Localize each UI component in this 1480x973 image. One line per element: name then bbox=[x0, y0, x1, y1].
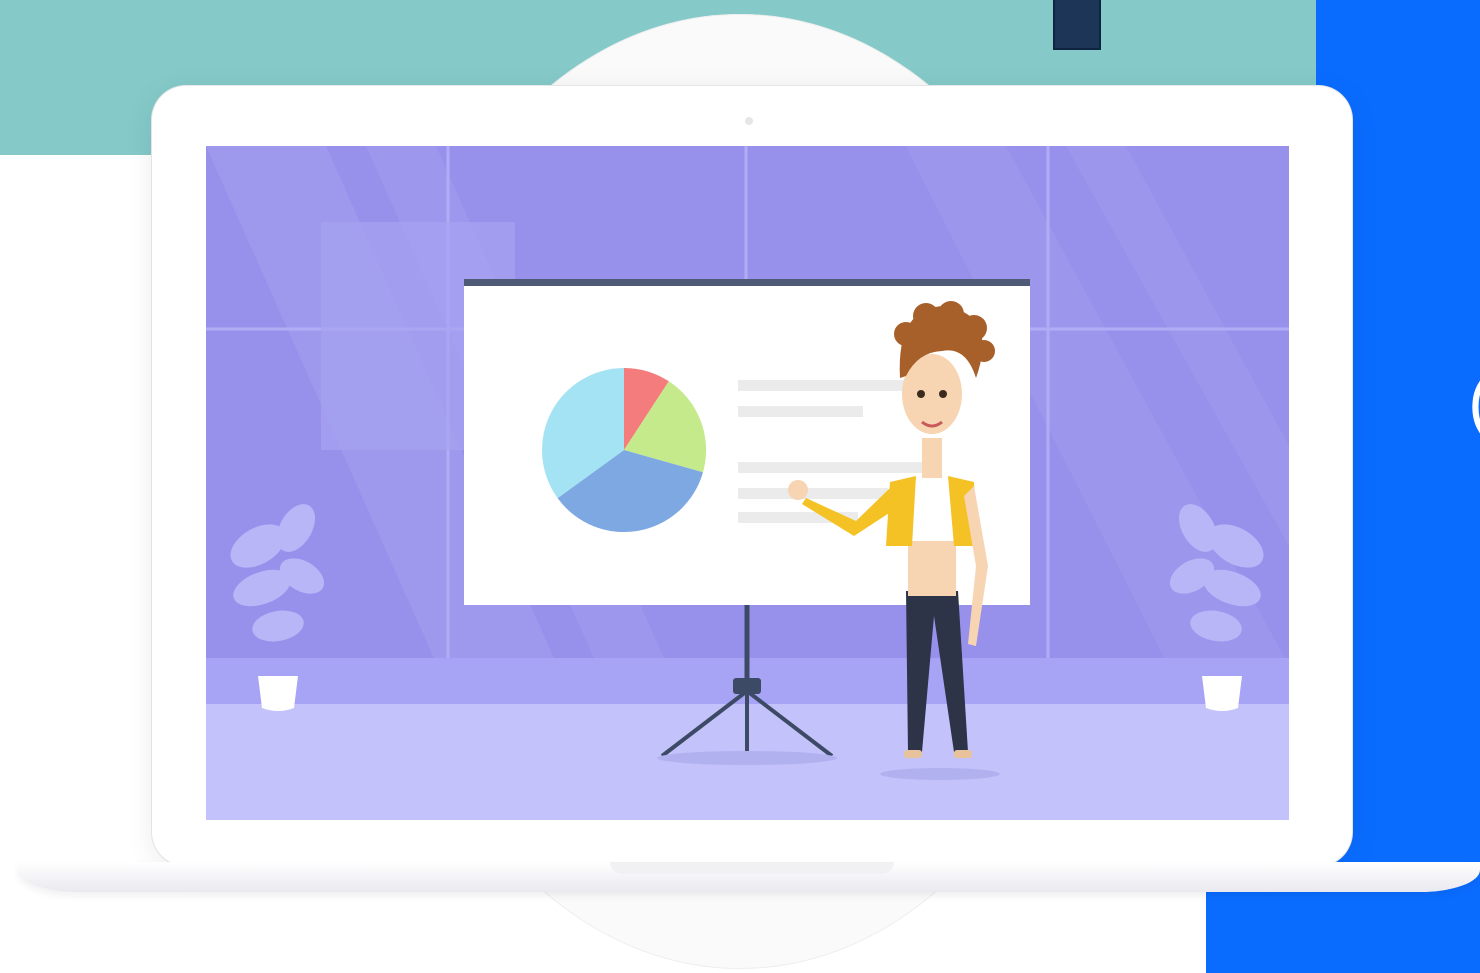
laptop-hinge-notch bbox=[610, 862, 894, 874]
cropped-side-text: ( bbox=[1468, 366, 1480, 436]
navy-accent-block bbox=[1053, 0, 1101, 50]
webcam-icon bbox=[745, 117, 753, 125]
pie-chart-icon bbox=[542, 368, 707, 533]
laptop-screen bbox=[206, 146, 1289, 820]
presentation-illustration bbox=[206, 146, 1289, 820]
